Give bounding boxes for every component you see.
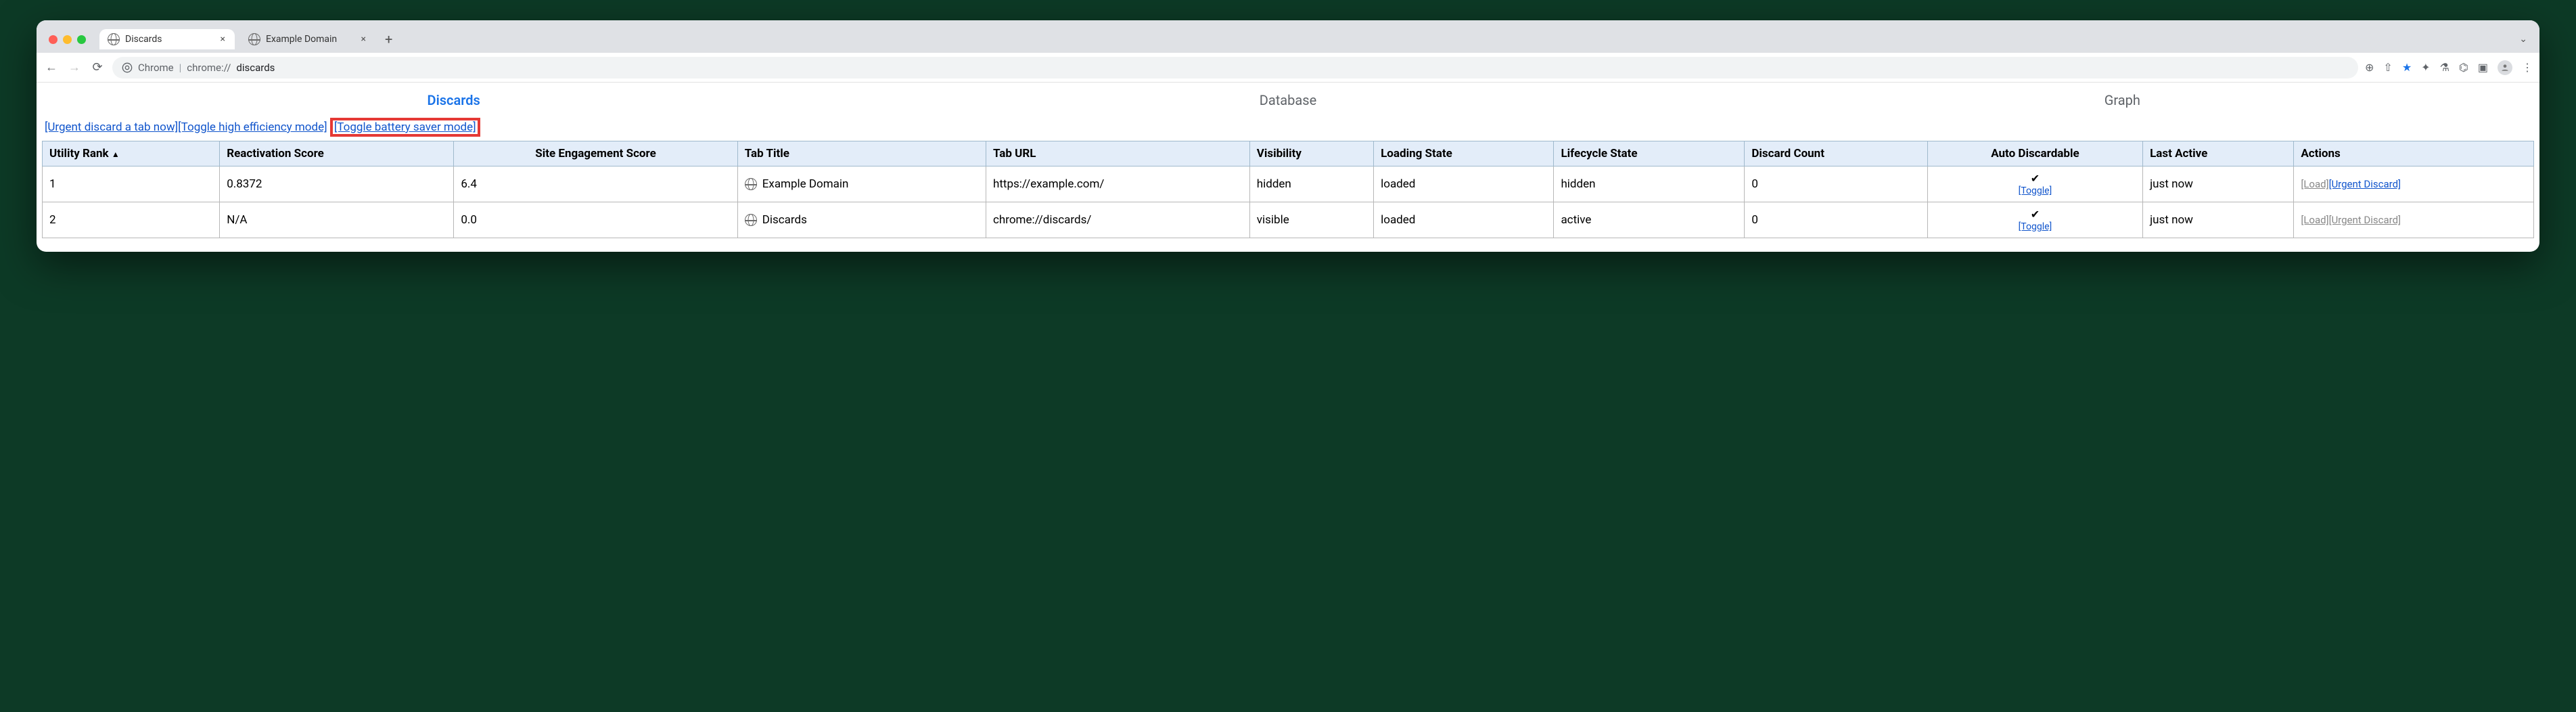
toggle-battery-saver-link[interactable]: [Toggle battery saver mode] [334,120,476,134]
subtab-database[interactable]: Database [871,92,1705,108]
cell-loading: loaded [1374,166,1554,202]
cell-site-engagement: 0.0 [454,202,737,238]
globe-icon [248,33,260,45]
side-panel-icon[interactable]: ▣ [2478,61,2488,74]
globe-icon [745,214,757,226]
cell-actions: [Load][Urgent Discard] [2294,166,2534,202]
omnibox-separator: | [179,62,182,74]
cell-lifecycle: active [1554,202,1745,238]
zoom-icon[interactable]: ⊕ [2365,61,2374,74]
page-subtabs: Discards Database Graph [37,83,2539,118]
chrome-icon [122,62,133,73]
toggle-high-efficiency-link[interactable]: [Toggle high efficiency mode] [178,120,327,134]
bookmark-star-icon[interactable]: ★ [2402,61,2412,74]
col-tab-url[interactable]: Tab URL [986,141,1250,166]
col-tab-title[interactable]: Tab Title [737,141,986,166]
reload-button[interactable]: ⟳ [89,60,106,74]
cell-discard-count: 0 [1745,202,1927,238]
performance-icon[interactable]: ⌬ [2459,61,2468,74]
col-loading-state[interactable]: Loading State [1374,141,1554,166]
col-reactivation[interactable]: Reactivation Score [220,141,454,166]
forward-button[interactable]: → [66,60,83,74]
cell-discard-count: 0 [1745,166,1927,202]
cell-rank: 2 [43,202,220,238]
cell-loading: loaded [1374,202,1554,238]
close-tab-icon[interactable]: × [221,34,225,45]
cell-tab-url: chrome://discards/ [986,202,1250,238]
cell-reactivation: 0.8372 [220,166,454,202]
toolbar-right-icons: ⊕ ⇧ ★ ✦ ⚗ ⌬ ▣ ⋮ [2365,60,2533,75]
load-action-link[interactable]: [Load] [2301,214,2328,226]
toolbar: ← → ⟳ Chrome | chrome:// discards ⊕ ⇧ ★ ✦… [37,53,2539,83]
subtab-graph[interactable]: Graph [1705,92,2539,108]
cell-last-active: just now [2143,202,2294,238]
action-links-bar: [Urgent discard a tab now][Toggle high e… [37,118,2539,141]
close-tab-icon[interactable]: × [361,34,366,45]
address-bar[interactable]: Chrome | chrome:// discards [112,57,2358,79]
tab-strip: Discards × Example Domain × + ⌄ [37,20,2539,53]
urgent-discard-action-link[interactable]: [Urgent Discard] [2329,214,2401,226]
tab-title: Discards [125,34,162,45]
kebab-menu-icon[interactable]: ⋮ [2522,61,2533,74]
cell-auto-discardable: ✔[Toggle] [1927,202,2142,238]
close-window-button[interactable] [49,35,58,44]
col-last-active[interactable]: Last Active [2143,141,2294,166]
browser-tab[interactable]: Discards × [99,29,235,49]
globe-icon [108,33,120,45]
omnibox-url-prefix: chrome:// [187,62,231,74]
toggle-auto-discardable-link[interactable]: [Toggle] [1935,221,2136,232]
col-lifecycle-state[interactable]: Lifecycle State [1554,141,1745,166]
cell-last-active: just now [2143,166,2294,202]
omnibox-url-path: discards [236,62,275,74]
cell-visibility: hidden [1249,166,1373,202]
cell-site-engagement: 6.4 [454,166,737,202]
cell-tab-url: https://example.com/ [986,166,1250,202]
toggle-auto-discardable-link[interactable]: [Toggle] [1935,185,2136,196]
extensions-icon[interactable]: ✦ [2421,61,2430,74]
col-actions[interactable]: Actions [2294,141,2534,166]
cell-tab-title: Discards [737,202,986,238]
discards-table: Utility Rank ▲ Reactivation Score Site E… [42,141,2534,238]
back-button[interactable]: ← [43,60,60,74]
sort-arrow-icon: ▲ [112,150,120,159]
table-row: 2N/A0.0Discardschrome://discards/visible… [43,202,2534,238]
col-visibility[interactable]: Visibility [1249,141,1373,166]
tabs-dropdown-icon[interactable]: ⌄ [2519,34,2531,45]
urgent-discard-action-link[interactable]: [Urgent Discard] [2329,178,2401,190]
urgent-discard-link[interactable]: [Urgent discard a tab now] [45,120,178,134]
maximize-window-button[interactable] [77,35,86,44]
globe-icon [745,178,757,190]
subtab-discards[interactable]: Discards [37,92,871,108]
cell-reactivation: N/A [220,202,454,238]
share-icon[interactable]: ⇧ [2383,61,2392,74]
browser-window: Discards × Example Domain × + ⌄ ← → ⟳ Chrom… [37,20,2539,252]
tab-title: Example Domain [266,34,337,45]
browser-tab[interactable]: Example Domain × [240,29,375,49]
cell-rank: 1 [43,166,220,202]
window-controls [49,35,86,44]
minimize-window-button[interactable] [63,35,72,44]
check-icon: ✔ [2031,172,2040,185]
cell-auto-discardable: ✔[Toggle] [1927,166,2142,202]
load-action-link[interactable]: [Load] [2301,178,2328,190]
cell-lifecycle: hidden [1554,166,1745,202]
check-icon: ✔ [2031,208,2040,221]
profile-avatar[interactable] [2498,60,2512,75]
omnibox-context: Chrome [138,62,174,74]
new-tab-button[interactable]: + [381,31,396,47]
col-auto-discardable[interactable]: Auto Discardable [1927,141,2142,166]
page-content: Discards Database Graph [Urgent discard … [37,83,2539,238]
col-discard-count[interactable]: Discard Count [1745,141,1927,166]
highlight-box: [Toggle battery saver mode] [330,118,480,137]
cell-visibility: visible [1249,202,1373,238]
col-site-engagement[interactable]: Site Engagement Score [454,141,737,166]
table-row: 10.83726.4Example Domainhttps://example.… [43,166,2534,202]
cell-tab-title: Example Domain [737,166,986,202]
cell-actions: [Load][Urgent Discard] [2294,202,2534,238]
col-utility-rank[interactable]: Utility Rank ▲ [43,141,220,166]
labs-icon[interactable]: ⚗ [2440,61,2450,74]
